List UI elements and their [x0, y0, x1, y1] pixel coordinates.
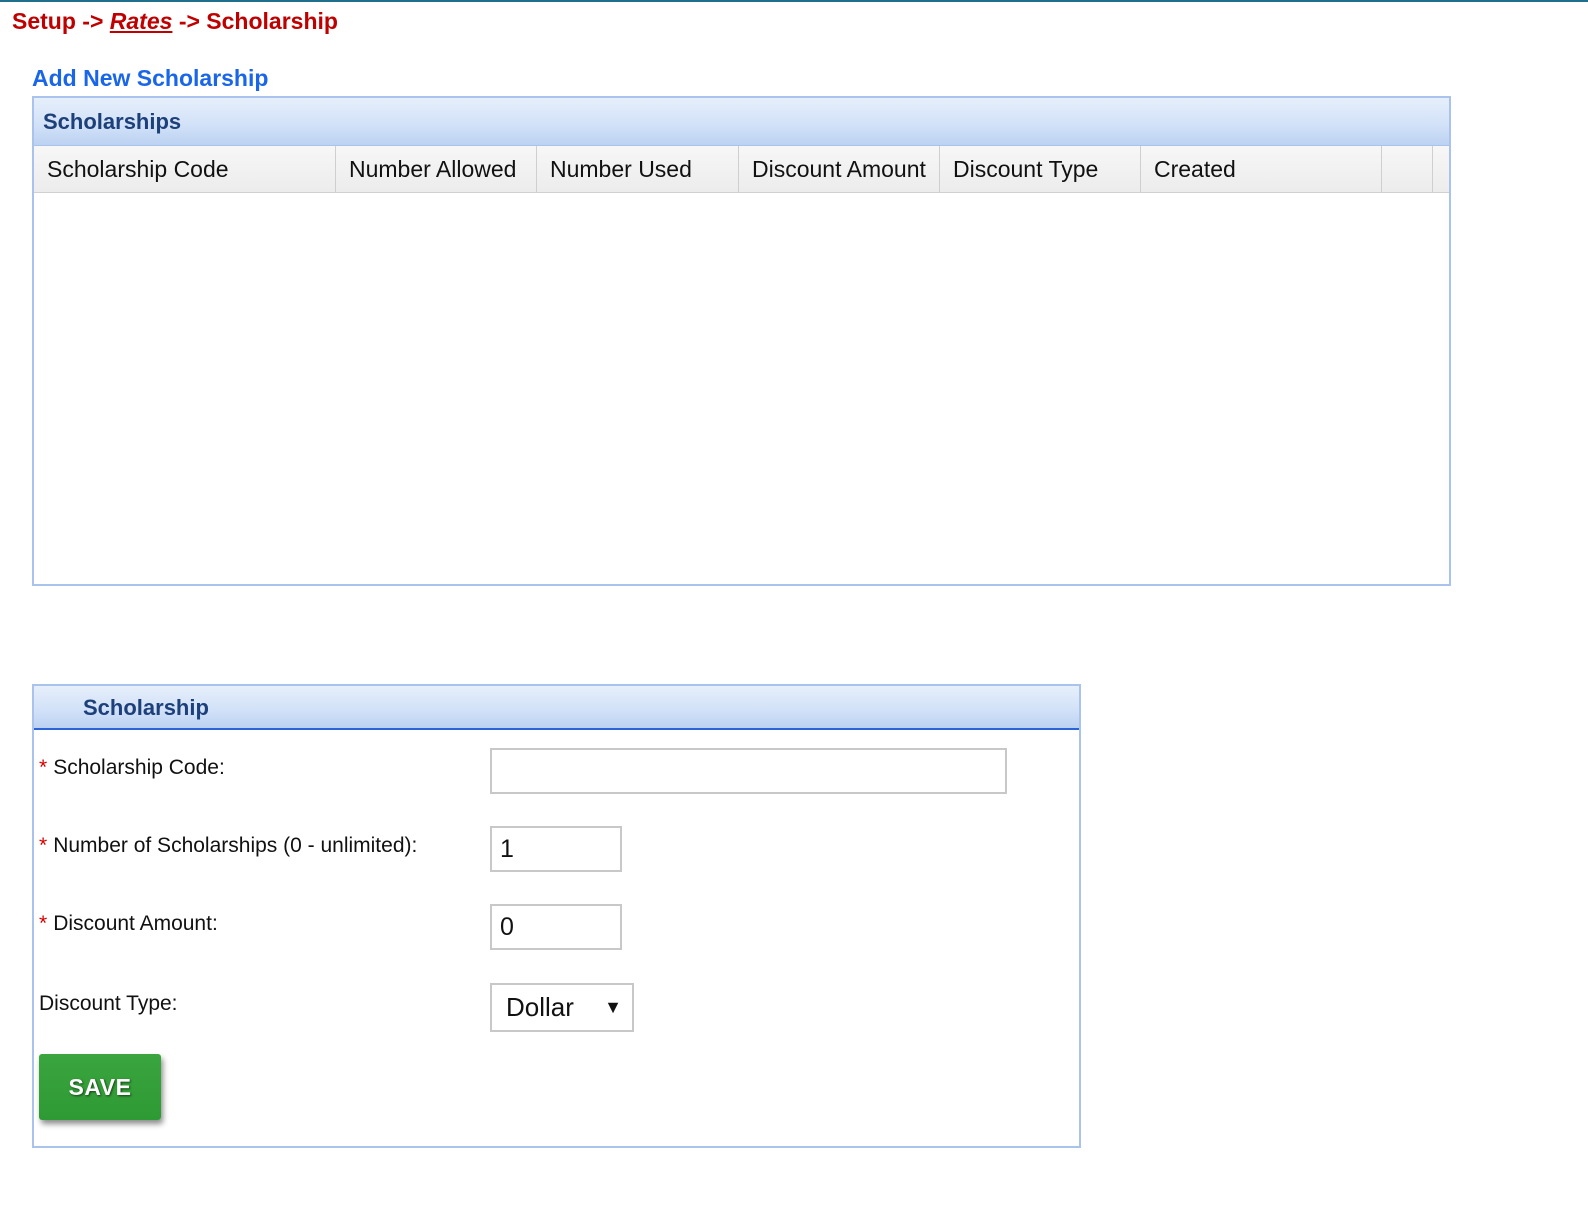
- dropdown-triangle-icon: ▼: [604, 997, 622, 1017]
- grid-body: [34, 193, 1449, 583]
- column-header-created[interactable]: Created: [1141, 146, 1382, 192]
- required-marker: *: [39, 756, 48, 779]
- breadcrumb-separator: ->: [82, 8, 104, 34]
- scholarship-form: Scholarship * Scholarship Code: * Number o…: [32, 684, 1081, 1148]
- discount-amount-label: * Discount Amount:: [39, 912, 218, 935]
- breadcrumb-setup: Setup: [12, 8, 76, 34]
- scholarships-grid: Scholarships Scholarship Code Number All…: [32, 96, 1451, 586]
- column-header-discount-type[interactable]: Discount Type: [940, 146, 1141, 192]
- discount-type-selected: Dollar: [506, 992, 574, 1022]
- required-marker: *: [39, 834, 48, 857]
- breadcrumb-rates-link[interactable]: Rates: [110, 8, 173, 34]
- breadcrumb-separator: ->: [178, 8, 200, 34]
- column-header-actions: [1382, 146, 1433, 192]
- grid-title: Scholarships: [34, 98, 1449, 146]
- add-new-scholarship-link[interactable]: Add New Scholarship: [32, 65, 268, 92]
- column-header-number-used[interactable]: Number Used: [537, 146, 739, 192]
- column-header-discount-amount[interactable]: Discount Amount: [739, 146, 940, 192]
- grid-header: Scholarship Code Number Allowed Number U…: [34, 146, 1449, 193]
- discount-type-label: Discount Type:: [39, 992, 178, 1015]
- breadcrumb: Setup -> Rates -> Scholarship: [12, 8, 338, 35]
- save-button[interactable]: SAVE: [39, 1054, 161, 1120]
- column-header-scholarship-code[interactable]: Scholarship Code: [34, 146, 336, 192]
- number-of-scholarships-input[interactable]: [490, 826, 622, 872]
- scholarship-code-label: * Scholarship Code:: [39, 756, 225, 779]
- column-header-number-allowed[interactable]: Number Allowed: [336, 146, 537, 192]
- breadcrumb-current: Scholarship: [206, 8, 338, 34]
- form-title: Scholarship: [34, 686, 1079, 730]
- top-rule: [0, 0, 1588, 2]
- scholarship-code-input[interactable]: [490, 748, 1007, 794]
- number-of-scholarships-label: * Number of Scholarships (0 - unlimited):: [39, 834, 418, 857]
- discount-type-select[interactable]: Dollar ▼: [490, 983, 634, 1032]
- discount-amount-input[interactable]: [490, 904, 622, 950]
- required-marker: *: [39, 912, 48, 935]
